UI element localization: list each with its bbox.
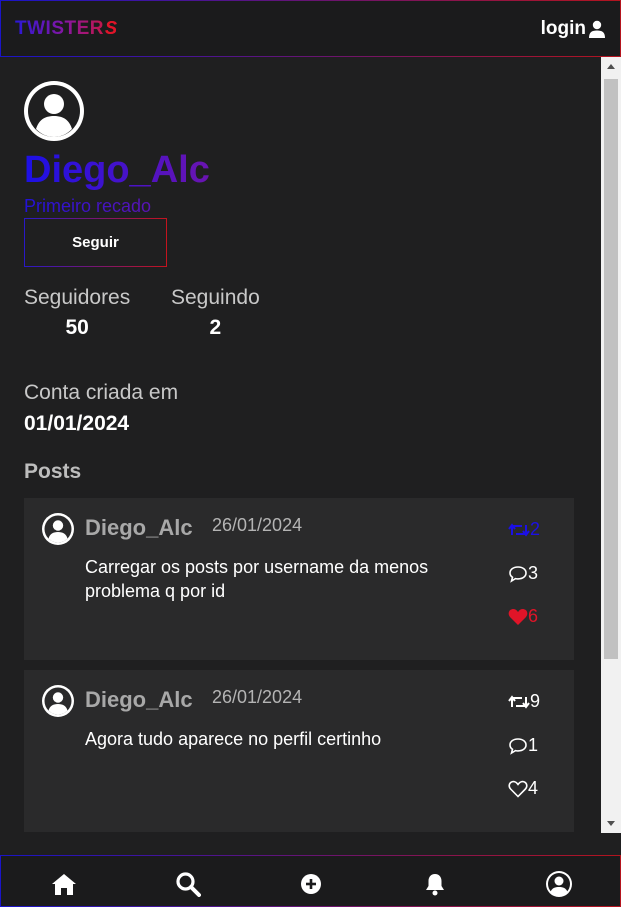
logo[interactable]: TWISTER S [15, 18, 118, 40]
nav-home[interactable] [50, 870, 78, 898]
scroll-up-arrow[interactable] [607, 64, 615, 69]
logo-mark: S [105, 18, 118, 38]
bottom-nav [0, 855, 621, 907]
heart-filled-icon [508, 608, 528, 625]
retweet-icon [508, 522, 530, 537]
like-count: 4 [528, 778, 539, 798]
like-count: 6 [528, 606, 539, 626]
user-icon [589, 20, 605, 38]
login-button[interactable]: login [541, 18, 606, 40]
logo-text: TWISTER [15, 17, 104, 39]
retweet-count: 2 [530, 519, 541, 539]
post-card[interactable]: Diego_Alc 26/01/2024 Carregar os posts p… [24, 498, 574, 660]
followers-label: Seguidores [24, 286, 131, 309]
heart-outline-icon [508, 780, 528, 798]
profile-username: Diego_Alc [24, 149, 210, 191]
post-text: Agora tudo aparece no perfil certinho [85, 729, 382, 749]
comment-button[interactable]: 1 [508, 735, 538, 756]
nav-profile[interactable] [545, 870, 573, 898]
comment-icon [509, 565, 527, 583]
retweet-button[interactable]: 9 [508, 691, 540, 712]
home-icon [52, 874, 76, 895]
scrollbar-thumb[interactable] [604, 79, 618, 659]
retweet-icon [508, 694, 530, 709]
bell-icon [426, 874, 444, 896]
post-avatar-icon [42, 513, 74, 545]
followers-count: 50 [65, 316, 89, 339]
posts-heading: Posts [24, 460, 82, 483]
post-author[interactable]: Diego_Alc [85, 687, 193, 713]
plus-circle-icon [301, 874, 321, 894]
post-date: 26/01/2024 [212, 687, 303, 707]
comment-icon [509, 737, 527, 755]
post-text: Carregar os posts por username da menos … [85, 557, 429, 601]
scroll-down-arrow[interactable] [607, 821, 615, 826]
retweet-button[interactable]: 2 [508, 519, 540, 540]
nav-new-post[interactable] [297, 870, 325, 898]
like-button[interactable]: 6 [508, 606, 538, 627]
comment-count: 1 [528, 735, 539, 755]
profile-content[interactable]: Diego_Alc Primeiro recado Seguir Seguido… [0, 57, 621, 855]
post-date: 26/01/2024 [212, 515, 303, 535]
post-avatar-icon [42, 685, 74, 717]
login-label: login [540, 17, 586, 39]
search-icon [176, 872, 201, 897]
scrollbar[interactable] [601, 57, 621, 833]
following-count: 2 [209, 316, 222, 339]
followers-stat[interactable]: Seguidores 50 [24, 286, 130, 340]
following-stat[interactable]: Seguindo 2 [171, 286, 260, 340]
top-bar: TWISTER S login [0, 0, 621, 57]
profile-avatar-icon [24, 81, 84, 141]
nav-notifications[interactable] [421, 870, 449, 898]
created-date: 01/01/2024 [24, 412, 130, 435]
created-label: Conta criada em [24, 381, 179, 404]
user-circle-icon [546, 871, 572, 897]
profile-bio: Primeiro recado [24, 196, 152, 216]
nav-search[interactable] [174, 870, 202, 898]
comment-button[interactable]: 3 [508, 563, 538, 584]
following-label: Seguindo [171, 286, 260, 309]
like-button[interactable]: 4 [508, 778, 538, 799]
follow-button[interactable]: Seguir [24, 218, 167, 267]
post-author[interactable]: Diego_Alc [85, 515, 193, 541]
comment-count: 3 [528, 563, 539, 583]
post-card[interactable]: Diego_Alc 26/01/2024 Agora tudo aparece … [24, 670, 574, 832]
retweet-count: 9 [530, 691, 541, 711]
